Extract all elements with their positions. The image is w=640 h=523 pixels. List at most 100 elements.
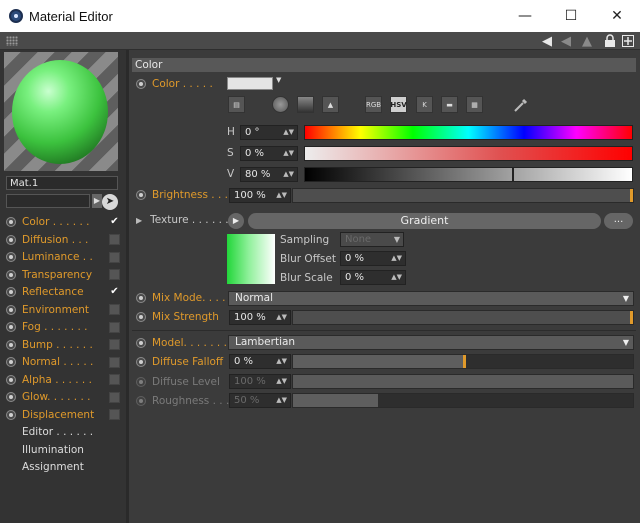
diffuse-falloff-field[interactable]: 0 % ▲▼ bbox=[229, 354, 291, 369]
channel-checkbox[interactable] bbox=[109, 409, 120, 420]
texture-expand-icon[interactable]: ▶ bbox=[136, 216, 142, 225]
channel-item[interactable]: Normal . . . . . bbox=[6, 354, 120, 370]
channel-item[interactable]: Diffusion . . . bbox=[6, 232, 120, 248]
blur-offset-field[interactable]: 0 % ▲▼ bbox=[340, 251, 406, 266]
mix-mode-dropdown[interactable]: Normal ▼ bbox=[228, 291, 634, 306]
mix-strength-field[interactable]: 100 % ▲▼ bbox=[229, 310, 291, 325]
diffuse-falloff-slider[interactable] bbox=[292, 354, 634, 369]
mix-strength-slider[interactable] bbox=[292, 310, 634, 325]
color-picker-spectrum-icon[interactable]: ▤ bbox=[228, 96, 245, 113]
channel-radio[interactable] bbox=[6, 252, 16, 262]
channel-radio[interactable] bbox=[6, 374, 16, 385]
value-gradient-bar[interactable] bbox=[304, 167, 633, 182]
channel-checkbox[interactable] bbox=[109, 356, 120, 368]
roughness-slider[interactable] bbox=[292, 393, 634, 408]
channel-item[interactable]: Luminance . . bbox=[6, 249, 120, 265]
diffuse-level-animate-radio[interactable] bbox=[136, 377, 146, 387]
channel-checkbox[interactable] bbox=[109, 269, 120, 280]
channel-radio[interactable] bbox=[6, 392, 16, 402]
up-arrow-icon[interactable]: ▲ bbox=[578, 33, 596, 49]
diffuse-level-slider[interactable] bbox=[292, 374, 634, 389]
brightness-animate-radio[interactable] bbox=[136, 190, 146, 200]
roughness-field[interactable]: 50 % ▲▼ bbox=[229, 393, 291, 408]
sampling-dropdown[interactable]: None ▼ bbox=[340, 232, 404, 247]
texture-menu-button[interactable]: ▶ bbox=[228, 213, 244, 229]
expand-arrow-icon[interactable]: ▶ bbox=[92, 194, 102, 208]
material-preview[interactable] bbox=[4, 52, 118, 171]
saturation-field[interactable]: 0 % ▲▼ bbox=[240, 146, 298, 161]
channel-item[interactable]: Fog . . . . . . . bbox=[6, 319, 120, 335]
forward-arrow-icon[interactable]: ◀ bbox=[556, 33, 576, 49]
channel-radio[interactable] bbox=[6, 304, 16, 315]
hsv-mode-button[interactable]: HSV bbox=[390, 96, 407, 113]
lock-icon[interactable] bbox=[603, 33, 617, 49]
color-animate-radio[interactable] bbox=[136, 79, 146, 89]
channel-item[interactable]: Illumination bbox=[6, 442, 120, 458]
new-panel-icon[interactable] bbox=[621, 33, 634, 49]
channel-item[interactable]: Displacement bbox=[6, 407, 120, 423]
channel-item[interactable]: Assignment bbox=[6, 459, 120, 475]
channel-item[interactable]: Color . . . . . . ✔ bbox=[6, 214, 120, 230]
channel-radio[interactable] bbox=[6, 357, 16, 367]
diffuse-level-field[interactable]: 100 % ▲▼ bbox=[229, 374, 291, 389]
channel-item[interactable]: Alpha . . . . . . bbox=[6, 372, 120, 388]
color-square-icon[interactable] bbox=[297, 96, 314, 113]
back-arrow-icon[interactable]: ◀ bbox=[538, 33, 556, 49]
material-layer-field[interactable] bbox=[6, 194, 90, 208]
channel-checkbox[interactable] bbox=[109, 304, 120, 315]
color-swatch[interactable] bbox=[227, 77, 273, 90]
saturation-gradient-bar[interactable] bbox=[304, 146, 633, 161]
maximize-button[interactable]: ☐ bbox=[548, 0, 594, 32]
diffuse-falloff-animate-radio[interactable] bbox=[136, 357, 146, 367]
minimize-button[interactable]: — bbox=[502, 0, 548, 32]
channel-radio[interactable] bbox=[6, 322, 16, 332]
image-picker-icon[interactable]: ▲ bbox=[322, 96, 339, 113]
texture-shader-button[interactable]: Gradient bbox=[248, 213, 601, 229]
hue-gradient-bar[interactable] bbox=[304, 125, 633, 140]
mix-mode-animate-radio[interactable] bbox=[136, 293, 146, 303]
rgb-mode-button[interactable]: RGB bbox=[365, 96, 382, 113]
value-field[interactable]: 80 % ▲▼ bbox=[240, 167, 298, 182]
channel-checkbox[interactable] bbox=[109, 339, 120, 350]
color-wheel-icon[interactable] bbox=[272, 96, 289, 113]
channel-checkbox[interactable] bbox=[109, 251, 120, 263]
channel-checkbox[interactable]: ✔ bbox=[109, 286, 120, 298]
close-button[interactable]: ✕ bbox=[594, 0, 640, 32]
channel-checkbox[interactable] bbox=[109, 234, 120, 245]
kelvin-mode-button[interactable]: K bbox=[416, 96, 433, 113]
channel-radio[interactable] bbox=[6, 234, 16, 245]
roughness-animate-radio[interactable] bbox=[136, 396, 146, 406]
channel-checkbox[interactable] bbox=[109, 374, 120, 385]
channel-item[interactable]: Bump . . . . . . bbox=[6, 337, 120, 353]
value-slider-knob[interactable] bbox=[511, 167, 514, 182]
channel-radio[interactable] bbox=[6, 217, 16, 227]
model-dropdown[interactable]: Lambertian ▼ bbox=[228, 335, 634, 350]
swatches-mode-icon[interactable]: ▦ bbox=[466, 96, 483, 113]
channel-radio[interactable] bbox=[6, 339, 16, 350]
channel-item[interactable]: Reflectance ✔ bbox=[6, 284, 120, 300]
blur-scale-field[interactable]: 0 % ▲▼ bbox=[340, 270, 406, 285]
channel-radio[interactable] bbox=[6, 287, 16, 297]
eyedropper-icon[interactable] bbox=[512, 96, 530, 114]
hue-field[interactable]: 0 ° ▲▼ bbox=[240, 125, 298, 140]
texture-more-button[interactable]: ... bbox=[604, 213, 633, 229]
material-name-field[interactable]: Mat.1 bbox=[6, 176, 118, 190]
mix-strength-label: Mix Strength bbox=[152, 311, 219, 323]
swatch-dropdown-icon[interactable]: ▼ bbox=[276, 76, 281, 84]
pick-cursor-icon[interactable]: ➤ bbox=[102, 194, 118, 210]
channel-item[interactable]: Transparency bbox=[6, 267, 120, 283]
channel-checkbox[interactable] bbox=[109, 321, 120, 333]
channel-radio[interactable] bbox=[6, 409, 16, 420]
channel-item[interactable]: Glow. . . . . . . bbox=[6, 389, 120, 405]
channel-checkbox[interactable] bbox=[109, 391, 120, 403]
brightness-field[interactable]: 100 % ▲▼ bbox=[229, 188, 291, 203]
channel-radio[interactable] bbox=[6, 269, 16, 280]
model-animate-radio[interactable] bbox=[136, 338, 146, 348]
grid-grip-icon[interactable] bbox=[6, 36, 18, 46]
channel-checkbox[interactable]: ✔ bbox=[109, 216, 120, 228]
channel-item[interactable]: Editor . . . . . . bbox=[6, 424, 120, 440]
brightness-slider[interactable] bbox=[292, 188, 634, 203]
mixer-mode-icon[interactable]: ▬ bbox=[441, 96, 458, 113]
channel-item[interactable]: Environment bbox=[6, 302, 120, 318]
mix-strength-animate-radio[interactable] bbox=[136, 312, 146, 322]
